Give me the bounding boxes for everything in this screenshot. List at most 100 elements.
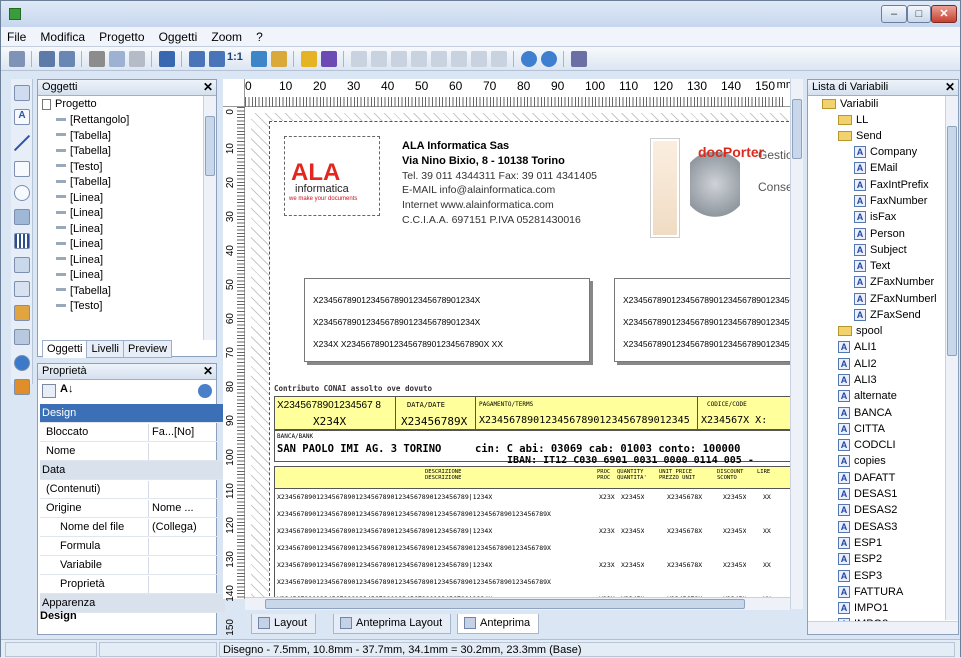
objects-scrollbar[interactable] bbox=[203, 96, 216, 340]
variable-item[interactable]: Acopies bbox=[838, 455, 886, 472]
align-left-icon[interactable] bbox=[351, 51, 367, 67]
text-tool-icon[interactable]: A bbox=[14, 109, 30, 125]
objects-tree-item[interactable]: [Linea] bbox=[56, 238, 103, 253]
property-row[interactable]: Bloccato Fa...[No] bbox=[40, 423, 225, 442]
align-top-icon[interactable] bbox=[411, 51, 427, 67]
tab-preview[interactable]: Preview bbox=[122, 340, 173, 358]
objects-tree-item[interactable]: [Tabella] bbox=[56, 130, 111, 145]
align-bottom-icon[interactable] bbox=[451, 51, 467, 67]
zoom-1to1-button[interactable]: 1:1 bbox=[227, 51, 245, 67]
var-folder-send[interactable]: Send bbox=[838, 130, 882, 147]
variable-item[interactable]: A IMPO1 bbox=[838, 602, 888, 619]
globe-tool-icon[interactable] bbox=[14, 355, 30, 371]
objects-tree-item[interactable]: [Linea] bbox=[56, 223, 103, 238]
ellipse-tool-icon[interactable] bbox=[14, 185, 30, 201]
tree-root[interactable]: Progetto bbox=[42, 98, 97, 113]
menu-help[interactable]: ? bbox=[250, 27, 268, 44]
variable-item[interactable]: A CITTA bbox=[838, 423, 885, 440]
refresh-icon[interactable] bbox=[251, 51, 267, 67]
property-row[interactable]: Nome bbox=[40, 442, 225, 461]
variable-item[interactable]: A ALI3 bbox=[838, 374, 877, 391]
objects-tree-item[interactable]: [Linea] bbox=[56, 269, 103, 284]
zoom-out-icon[interactable] bbox=[209, 51, 225, 67]
menu-zoom[interactable]: Zoom bbox=[205, 27, 247, 44]
variable-item[interactable]: A DESAS1 bbox=[838, 488, 897, 505]
print-icon[interactable] bbox=[39, 51, 55, 67]
variable-item[interactable]: A ZFaxNumberl bbox=[854, 293, 937, 310]
tab-layout[interactable]: Layout bbox=[251, 614, 317, 634]
same-height-icon[interactable] bbox=[491, 51, 507, 67]
zoom-in-icon[interactable] bbox=[189, 51, 205, 67]
objects-tree-item[interactable]: [Rettangolo] bbox=[56, 114, 129, 129]
drawing-tool-icon[interactable] bbox=[14, 379, 30, 395]
objects-tree-item[interactable]: [Linea] bbox=[56, 207, 103, 222]
variable-item[interactable]: A DESAS3 bbox=[838, 521, 897, 538]
bank-table[interactable]: BANCA/BANK SAN PAOLO IMI AG. 3 TORINO ci… bbox=[274, 430, 790, 466]
help-icon[interactable] bbox=[521, 51, 537, 67]
variables-hscrollbar[interactable] bbox=[808, 621, 958, 634]
maximize-button[interactable]: □ bbox=[907, 5, 931, 23]
property-row[interactable]: (Contenuti) bbox=[40, 480, 225, 499]
variable-item[interactable]: A ESP3 bbox=[838, 570, 882, 587]
align-center-icon[interactable] bbox=[371, 51, 387, 67]
objects-tree-item[interactable]: [Linea] bbox=[56, 254, 103, 269]
properties-panel-close-icon[interactable]: ✕ bbox=[203, 364, 213, 378]
paste-icon[interactable] bbox=[129, 51, 145, 67]
variable-item[interactable]: A EMail bbox=[854, 162, 898, 179]
variable-item[interactable]: A Text bbox=[854, 260, 890, 277]
property-row[interactable]: Origine Nome ... bbox=[40, 499, 225, 518]
variable-item[interactable]: A FaxNumber bbox=[854, 195, 927, 212]
items-table[interactable]: DESCRIZIONE DESCRIZIONE PROC PROC QUANTI… bbox=[274, 466, 790, 599]
objects-tree-item[interactable]: [Tabella] bbox=[56, 176, 111, 191]
property-row[interactable]: Formula bbox=[40, 537, 225, 556]
invoice-header-table[interactable]: X2345678901234567 8 X234X DATA/DATE X234… bbox=[274, 396, 790, 431]
tab-anteprima-layout[interactable]: Anteprima Layout bbox=[333, 614, 452, 634]
variable-item[interactable]: AisFax bbox=[854, 211, 896, 228]
design-canvas[interactable]: ALA informatica we make your documents A… bbox=[245, 107, 790, 599]
variable-item[interactable]: Aalternate bbox=[838, 390, 897, 407]
variable-item[interactable]: A FATTURA bbox=[838, 586, 903, 603]
chart-tool-icon[interactable] bbox=[14, 305, 30, 321]
print-preview-icon[interactable] bbox=[59, 51, 75, 67]
variable-item[interactable]: A BANCA bbox=[838, 407, 892, 424]
menu-modifica[interactable]: Modifica bbox=[34, 27, 90, 44]
table-tool-icon[interactable] bbox=[14, 257, 30, 273]
properties-icon[interactable] bbox=[271, 51, 287, 67]
variable-item[interactable]: A Subject bbox=[854, 244, 907, 261]
tab-livelli[interactable]: Livelli bbox=[86, 340, 124, 358]
var-folder-spool[interactable]: spool bbox=[838, 325, 882, 342]
tab-anteprima[interactable]: Anteprima bbox=[457, 614, 540, 634]
variables-panel-close-icon[interactable]: ✕ bbox=[945, 80, 955, 94]
rectangle-tool-icon[interactable] bbox=[14, 161, 30, 177]
layer-down-icon[interactable] bbox=[321, 51, 337, 67]
property-row[interactable]: Nome del file (Collega) bbox=[40, 518, 225, 537]
form-tool-icon[interactable] bbox=[14, 281, 30, 297]
variable-item[interactable]: A ESP1 bbox=[838, 537, 882, 554]
variable-item[interactable]: A DAFATT bbox=[838, 472, 895, 489]
save-icon[interactable] bbox=[9, 51, 25, 67]
close-button[interactable]: ✕ bbox=[931, 5, 957, 23]
var-root[interactable]: Variabili bbox=[822, 98, 878, 115]
property-row[interactable]: Variabile bbox=[40, 556, 225, 575]
variable-item[interactable]: A ZFaxNumber bbox=[854, 276, 934, 293]
cut-icon[interactable] bbox=[89, 51, 105, 67]
image-tool-icon[interactable] bbox=[14, 209, 30, 225]
categorized-icon[interactable] bbox=[42, 384, 56, 398]
exit-icon[interactable] bbox=[571, 51, 587, 67]
objects-tree-item[interactable]: [Testo] bbox=[56, 300, 102, 315]
canvas-vertical-scrollbar[interactable] bbox=[790, 79, 803, 609]
objects-tree-item[interactable]: [Tabella] bbox=[56, 145, 111, 160]
canvas-horizontal-scrollbar[interactable] bbox=[245, 597, 790, 610]
sort-alpha-icon[interactable]: A↓ bbox=[60, 383, 73, 395]
align-right-icon[interactable] bbox=[391, 51, 407, 67]
crosstab-tool-icon[interactable] bbox=[14, 329, 30, 345]
variable-item[interactable]: A ALI2 bbox=[838, 358, 877, 375]
info-icon[interactable] bbox=[541, 51, 557, 67]
minimize-button[interactable]: – bbox=[881, 5, 907, 23]
variables-scrollbar[interactable] bbox=[945, 96, 958, 620]
objects-tree-item[interactable]: [Testo] bbox=[56, 161, 102, 176]
objects-tree-item[interactable]: [Tabella] bbox=[56, 285, 111, 300]
select-tool-icon[interactable] bbox=[14, 85, 30, 101]
line-tool-icon[interactable] bbox=[14, 135, 30, 151]
property-pages-icon[interactable] bbox=[198, 384, 212, 398]
